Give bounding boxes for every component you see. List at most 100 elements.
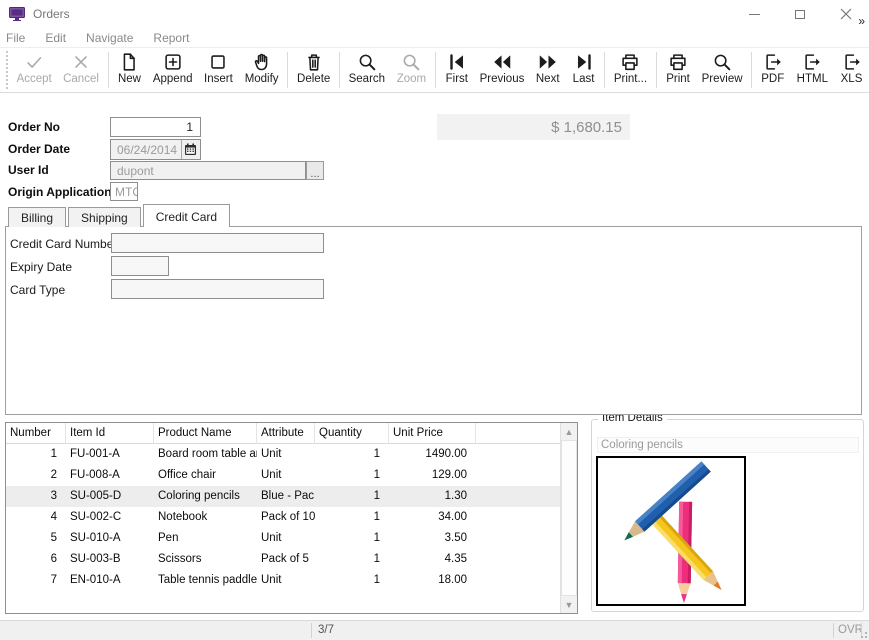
plus-square-icon [162, 51, 184, 72]
origin-application-field[interactable] [110, 182, 138, 201]
toolbar-last-label: Last [573, 73, 595, 85]
toolbar-xls-label: XLS [841, 73, 863, 85]
toolbar-separator [339, 52, 340, 88]
table-row[interactable]: 6SU-003-BScissorsPack of 514.35 [6, 549, 560, 570]
table-row[interactable]: 5SU-010-APenUnit13.50 [6, 528, 560, 549]
grid-header-product-name[interactable]: Product Name [154, 423, 257, 444]
menu-item-report[interactable]: Report [143, 31, 199, 45]
order-no-label: Order No [8, 120, 60, 134]
grid-header-number[interactable]: Number [6, 423, 66, 444]
toolbar-pdf-button[interactable]: PDF [755, 48, 791, 92]
toolbar-delete-button[interactable]: Delete [291, 48, 336, 92]
toolbar-new-label: New [118, 73, 141, 85]
toolbar-accept-label: Accept [17, 73, 52, 85]
toolbar-preview-button[interactable]: Preview [696, 48, 748, 92]
expiry-date-label: Expiry Date [10, 260, 72, 274]
grid-cell: 3.50 [389, 528, 476, 549]
tab-credit-card[interactable]: Credit Card [143, 204, 230, 227]
menu-item-file[interactable]: File [0, 31, 35, 45]
grid-vertical-scrollbar[interactable]: ▲ ▼ [560, 423, 577, 613]
grid-cell: 1 [315, 444, 389, 465]
grid-cell: Board room table an... [154, 444, 257, 465]
toolbar-insert-button[interactable]: Insert [198, 48, 239, 92]
scrollbar-thumb[interactable] [561, 440, 577, 596]
order-no-field[interactable] [110, 117, 201, 137]
toolbar-next-button[interactable]: Next [529, 48, 566, 92]
grid-cell: 3 [6, 486, 66, 507]
maximize-icon[interactable] [777, 0, 823, 28]
card-type-field[interactable] [111, 279, 324, 299]
toolbar-grip[interactable] [6, 51, 9, 89]
grid-cell: 1 [315, 507, 389, 528]
order-total-value: $ 1,680.15 [437, 114, 630, 140]
toolbar-last-button[interactable]: Last [566, 48, 601, 92]
grid-cell: Unit [257, 570, 315, 591]
next-icon [537, 51, 559, 72]
grid-cell: 34.00 [389, 507, 476, 528]
credit-card-number-field[interactable] [111, 233, 324, 253]
user-id-browse-button[interactable]: ... [306, 161, 324, 180]
scroll-down-icon[interactable]: ▼ [561, 596, 577, 613]
tab-shipping[interactable]: Shipping [68, 207, 141, 227]
toolbar-print-button[interactable]: Print [660, 48, 697, 92]
toolbar-modify-label: Modify [245, 73, 279, 85]
grid-cell: 1 [6, 444, 66, 465]
toolbar-separator [108, 52, 109, 88]
grid-header-quantity[interactable]: Quantity [315, 423, 389, 444]
grid-body: 1FU-001-ABoard room table an...Unit11490… [6, 444, 560, 591]
grid-header-unit-price[interactable]: Unit Price [389, 423, 476, 444]
tab-billing[interactable]: Billing [8, 207, 66, 227]
scroll-up-icon[interactable]: ▲ [561, 423, 577, 440]
grid-header-item-id[interactable]: Item Id [66, 423, 154, 444]
window-title: Orders [33, 7, 70, 21]
export-icon [841, 51, 863, 72]
grid-header-attribute[interactable]: Attribute [257, 423, 315, 444]
toolbar-previous-button[interactable]: Previous [475, 48, 530, 92]
table-row[interactable]: 2FU-008-AOffice chairUnit1129.00 [6, 465, 560, 486]
item-details-group: Item Details [591, 419, 864, 612]
toolbar-next-label: Next [536, 73, 560, 85]
toolbar-print-dialog-button[interactable]: Print... [608, 48, 653, 92]
grid-cell: 1 [315, 528, 389, 549]
square-icon [207, 51, 229, 72]
toolbar-new-button[interactable]: New [111, 48, 147, 92]
grid-cell: 18.00 [389, 570, 476, 591]
toolbar-html-button[interactable]: HTML [791, 48, 834, 92]
toolbar-print-dialog-label: Print... [614, 73, 647, 85]
toolbar-overflow-chevron-icon[interactable]: » [858, 14, 865, 28]
table-row[interactable]: 1FU-001-ABoard room table an...Unit11490… [6, 444, 560, 465]
grid-cell: 1 [315, 486, 389, 507]
grid-cell: 1 [315, 465, 389, 486]
toolbar-search-button[interactable]: Search [343, 48, 391, 92]
toolbar-xls-button[interactable]: XLS [834, 48, 869, 92]
calendar-icon[interactable] [181, 140, 199, 159]
toolbar-separator [751, 52, 752, 88]
app-icon [9, 7, 25, 21]
origin-application-label: Origin Application [8, 185, 112, 199]
card-type-label: Card Type [10, 283, 65, 297]
magnifier-icon [356, 51, 378, 72]
minimize-icon[interactable] [731, 0, 777, 28]
user-id-field[interactable] [110, 161, 306, 180]
table-row[interactable]: 7EN-010-ATable tennis paddles...Unit118.… [6, 570, 560, 591]
grid-cell: Table tennis paddles... [154, 570, 257, 591]
toolbar-modify-button[interactable]: Modify [239, 48, 284, 92]
toolbar-first-button[interactable]: First [439, 48, 474, 92]
magnifier-icon [400, 51, 422, 72]
table-row[interactable]: 4SU-002-CNotebookPack of 10134.00 [6, 507, 560, 528]
grid-cell: 4 [6, 507, 66, 528]
resize-grip[interactable] [858, 629, 868, 639]
table-row[interactable]: 3SU-005-DColoring pencilsBlue - Pac...11… [6, 486, 560, 507]
toolbar-previous-label: Previous [480, 73, 525, 85]
toolbar-append-label: Append [153, 73, 193, 85]
expiry-date-field[interactable] [111, 256, 169, 276]
export-icon [762, 51, 784, 72]
menu-item-navigate[interactable]: Navigate [76, 31, 143, 45]
trash-icon [303, 51, 325, 72]
menu-item-edit[interactable]: Edit [35, 31, 76, 45]
item-details-product-name-field[interactable] [597, 437, 859, 453]
order-date-label: Order Date [8, 142, 70, 156]
tabstrip: BillingShippingCredit Card [8, 205, 232, 227]
grid-cell: Pack of 5 [257, 549, 315, 570]
toolbar-append-button[interactable]: Append [147, 48, 197, 92]
